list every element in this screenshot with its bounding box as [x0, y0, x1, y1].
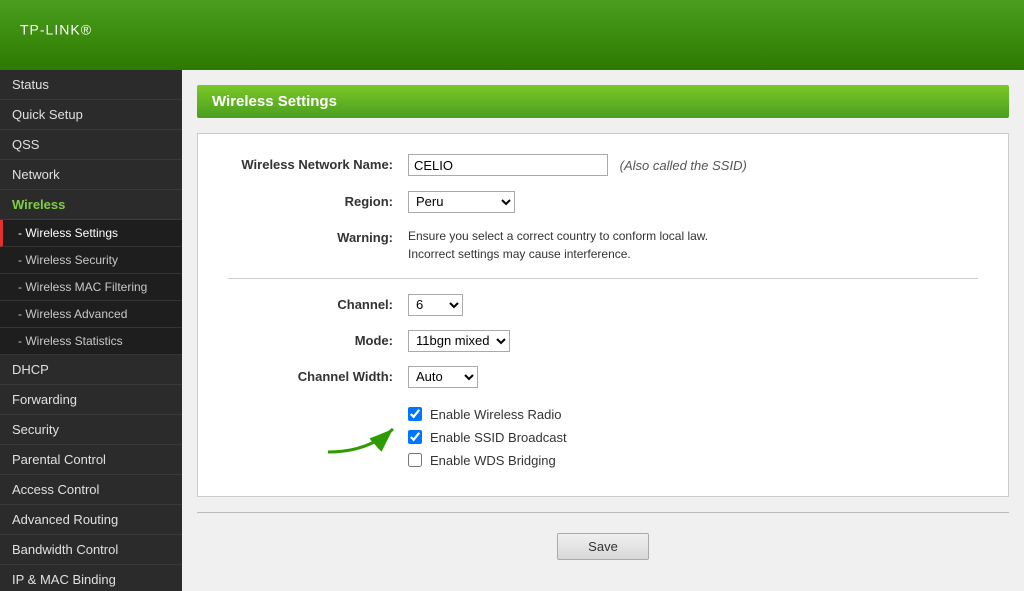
channel-row: Channel: Auto123 4567 891011 1213 — [228, 294, 978, 316]
checkboxes-section: Enable Wireless Radio Enable SSID Broadc… — [408, 402, 978, 468]
enable-ssid-broadcast-row: Enable SSID Broadcast — [408, 430, 978, 445]
enable-wireless-radio-label[interactable]: Enable Wireless Radio — [430, 407, 562, 422]
channel-label: Channel: — [228, 294, 408, 316]
region-row: Region: Peru United States Brazil Argent… — [228, 191, 978, 213]
mode-select[interactable]: 11bgn mixed 11bg mixed 11b only 11g only… — [408, 330, 510, 352]
enable-ssid-broadcast-checkbox[interactable] — [408, 430, 422, 444]
sidebar-item-wireless[interactable]: Wireless — [0, 190, 182, 220]
enable-wds-label[interactable]: Enable WDS Bridging — [430, 453, 556, 468]
mode-label: Mode: — [228, 330, 408, 352]
header: TP-LINK® — [0, 0, 1024, 70]
region-select[interactable]: Peru United States Brazil Argentina — [408, 191, 515, 213]
channel-width-label: Channel Width: — [228, 366, 408, 388]
sidebar-item-wireless-mac[interactable]: - Wireless MAC Filtering — [0, 274, 182, 301]
channel-control: Auto123 4567 891011 1213 — [408, 294, 978, 316]
sidebar-item-parental-control[interactable]: Parental Control — [0, 445, 182, 475]
sidebar-item-ip-mac-binding[interactable]: IP & MAC Binding — [0, 565, 182, 591]
sidebar-item-qss[interactable]: QSS — [0, 130, 182, 160]
network-name-control: (Also called the SSID) — [408, 154, 978, 177]
sidebar-item-wireless-advanced[interactable]: - Wireless Advanced — [0, 301, 182, 328]
green-arrow-annotation — [308, 407, 403, 457]
enable-wds-checkbox[interactable] — [408, 453, 422, 467]
logo-registered: ® — [81, 21, 92, 37]
sidebar-item-wireless-settings[interactable]: - Wireless Settings — [0, 220, 182, 247]
logo-text: TP-LINK — [20, 21, 81, 37]
mode-row: Mode: 11bgn mixed 11bg mixed 11b only 11… — [228, 330, 978, 352]
logo: TP-LINK® — [20, 17, 92, 54]
channel-width-select[interactable]: Auto 20MHz 40MHz — [408, 366, 478, 388]
enable-ssid-broadcast-label[interactable]: Enable SSID Broadcast — [430, 430, 567, 445]
warning-message: Ensure you select a correct country to c… — [408, 227, 978, 263]
sidebar-item-network[interactable]: Network — [0, 160, 182, 190]
enable-wireless-radio-checkbox[interactable] — [408, 407, 422, 421]
sidebar-item-forwarding[interactable]: Forwarding — [0, 385, 182, 415]
wireless-settings-form: Wireless Network Name: (Also called the … — [197, 133, 1009, 497]
save-section: Save — [197, 523, 1009, 570]
mode-control: 11bgn mixed 11bg mixed 11b only 11g only… — [408, 330, 978, 352]
warning-label: Warning: — [228, 227, 408, 249]
enable-wireless-radio-row: Enable Wireless Radio — [408, 407, 978, 422]
content-area: Wireless Settings Wireless Network Name:… — [182, 70, 1024, 591]
warning-text: Ensure you select a correct country to c… — [408, 227, 978, 263]
sidebar: Status Quick Setup QSS Network Wireless … — [0, 70, 182, 591]
sidebar-item-bandwidth-control[interactable]: Bandwidth Control — [0, 535, 182, 565]
channel-width-row: Channel Width: Auto 20MHz 40MHz — [228, 366, 978, 388]
sidebar-item-access-control[interactable]: Access Control — [0, 475, 182, 505]
channel-select[interactable]: Auto123 4567 891011 1213 — [408, 294, 463, 316]
sidebar-item-status[interactable]: Status — [0, 70, 182, 100]
network-name-label: Wireless Network Name: — [228, 154, 408, 176]
sidebar-item-advanced-routing[interactable]: Advanced Routing — [0, 505, 182, 535]
page-title: Wireless Settings — [197, 85, 1009, 118]
network-name-input[interactable] — [408, 154, 608, 176]
save-button[interactable]: Save — [557, 533, 649, 560]
main-layout: Status Quick Setup QSS Network Wireless … — [0, 70, 1024, 591]
region-control: Peru United States Brazil Argentina — [408, 191, 978, 213]
network-name-row: Wireless Network Name: (Also called the … — [228, 154, 978, 177]
sidebar-item-security[interactable]: Security — [0, 415, 182, 445]
region-label: Region: — [228, 191, 408, 213]
channel-width-control: Auto 20MHz 40MHz — [408, 366, 978, 388]
enable-wds-row: Enable WDS Bridging — [408, 453, 978, 468]
sidebar-item-quick-setup[interactable]: Quick Setup — [0, 100, 182, 130]
sidebar-item-wireless-security[interactable]: - Wireless Security — [0, 247, 182, 274]
ssid-note: (Also called the SSID) — [620, 158, 747, 173]
sidebar-item-dhcp[interactable]: DHCP — [0, 355, 182, 385]
sidebar-item-wireless-statistics[interactable]: - Wireless Statistics — [0, 328, 182, 355]
warning-row: Warning: Ensure you select a correct cou… — [228, 227, 978, 263]
